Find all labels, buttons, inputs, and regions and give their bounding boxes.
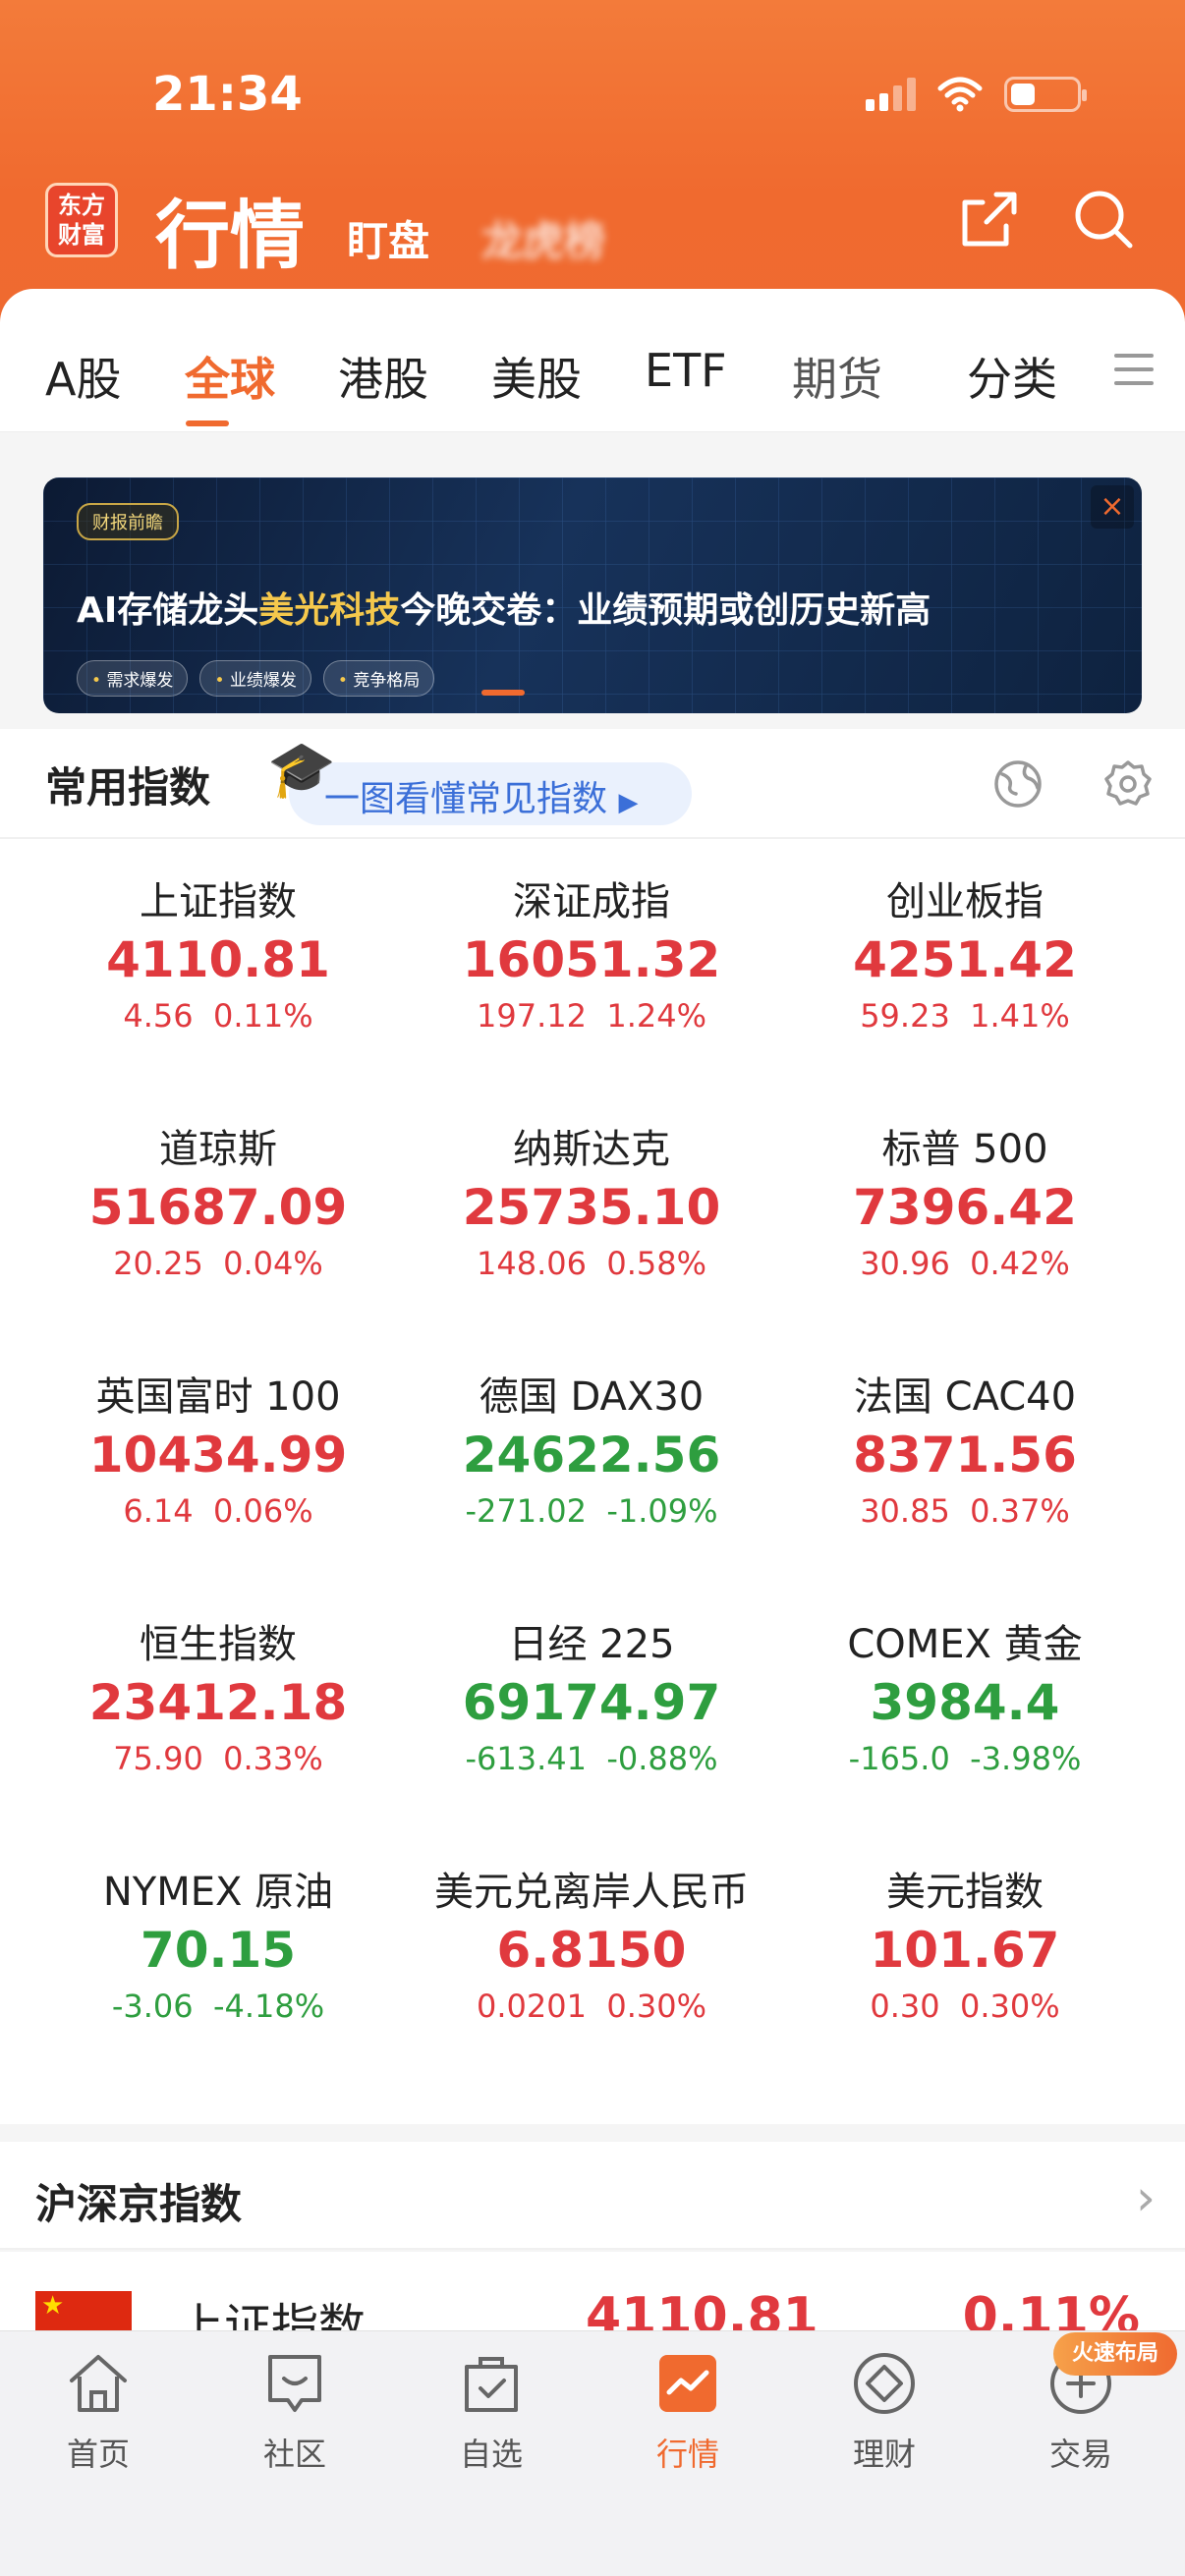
index-cell[interactable]: 日经 225 69174.97 -613.41 -0.88%: [405, 1619, 778, 1782]
china-flag-icon: [35, 2291, 132, 2330]
index-cell[interactable]: 纳斯达克 25735.10 148.06 0.58%: [405, 1124, 778, 1287]
graduation-cap-icon: 🎓: [267, 738, 336, 802]
close-icon[interactable]: ×: [1091, 485, 1134, 529]
index-cell[interactable]: 上证指数 4110.81 4.56 0.11%: [31, 876, 405, 1039]
status-time: 21:34: [152, 67, 303, 122]
section-title: 常用指数: [45, 763, 211, 812]
index-cell[interactable]: 道琼斯 51687.09 20.25 0.04%: [31, 1124, 405, 1287]
chat-bubble-icon: [268, 2355, 321, 2412]
wifi-icon: [937, 77, 983, 112]
list-item[interactable]: 上证指数 4110.81 0.11%: [0, 2252, 1185, 2330]
banner-chip: 业绩爆发: [199, 660, 311, 697]
tab-global[interactable]: 全球: [185, 344, 275, 409]
tab-us-stocks[interactable]: 美股: [491, 344, 582, 409]
share-icon[interactable]: [957, 187, 1022, 252]
settings-gear-icon[interactable]: [1102, 758, 1154, 810]
index-cell[interactable]: 创业板指 4251.42 59.23 1.41%: [778, 876, 1152, 1039]
index-cell[interactable]: NYMEX 原油 70.15 -3.06 -4.18%: [31, 1867, 405, 2030]
banner-chip: 竞争格局: [322, 660, 435, 697]
banner-pagination-dot: [481, 690, 525, 696]
tabbar-watchlist[interactable]: 自选: [393, 2349, 590, 2475]
play-arrow-icon: ▶: [618, 788, 639, 817]
banner-chips: 需求爆发 业绩爆发 竞争格局: [77, 660, 435, 697]
tab-hk-stocks[interactable]: 港股: [338, 344, 428, 409]
row-price: 4110.81: [586, 2287, 818, 2330]
index-cell[interactable]: 美元兑离岸人民币 6.8150 0.0201 0.30%: [405, 1867, 778, 2030]
market-chart-icon: [659, 2355, 716, 2412]
market-tabs: A股 全球 港股 美股 ETF 期货 分类: [0, 289, 1185, 432]
tab-category[interactable]: 分类: [967, 344, 1057, 409]
hsj-index-header[interactable]: 沪深京指数 ›: [0, 2142, 1185, 2250]
sub-tab-blurred[interactable]: 龙虎榜: [481, 208, 605, 268]
tabbar-community[interactable]: 社区: [197, 2349, 393, 2475]
cellular-signal-icon: [866, 78, 916, 111]
banner-headline: AI存储龙头美光科技今晚交卷：业绩预期或创历史新高: [77, 590, 931, 631]
live-badge[interactable]: 火速布局: [1053, 2332, 1177, 2376]
tabbar-market[interactable]: 行情: [590, 2349, 786, 2475]
diamond-icon: [854, 2353, 915, 2414]
row-pct: 0.11%: [962, 2287, 1140, 2330]
active-tab-indicator: [186, 420, 229, 426]
index-cell[interactable]: 英国富时 100 10434.99 6.14 0.06%: [31, 1372, 405, 1535]
page-title: 行情: [155, 192, 305, 279]
status-icons: [866, 77, 1087, 112]
banner-tag: 财报前瞻: [77, 503, 179, 540]
tabbar-wealth[interactable]: 理财: [786, 2349, 983, 2475]
battery-icon: [1004, 77, 1087, 112]
section-title: 沪深京指数: [35, 2180, 243, 2228]
checklist-bag-icon: [465, 2357, 518, 2412]
header: 21:34 东方 财富 行情 盯盘 龙虎榜: [0, 0, 1185, 324]
index-cell[interactable]: 标普 500 7396.42 30.96 0.42%: [778, 1124, 1152, 1287]
tabbar-home[interactable]: 首页: [0, 2349, 197, 2475]
divider: [0, 837, 1185, 839]
index-cell[interactable]: 美元指数 101.67 0.30 0.30%: [778, 1867, 1152, 2030]
common-index-section: 常用指数 一图看懂常见指数 ▶ 🎓 上证指数 4110.81 4.56 0.11…: [0, 729, 1185, 2124]
tab-futures[interactable]: 期货: [792, 344, 882, 409]
index-cell[interactable]: 恒生指数 23412.18 75.90 0.33%: [31, 1619, 405, 1782]
row-name: 上证指数: [177, 2299, 367, 2330]
sub-tab-watch[interactable]: 盯盘: [347, 208, 429, 268]
index-guide-link[interactable]: 一图看懂常见指数 ▶: [289, 762, 692, 825]
search-icon[interactable]: [1071, 187, 1136, 252]
tab-a-shares[interactable]: A股: [45, 344, 121, 409]
chevron-right-icon: ›: [1136, 2169, 1156, 2226]
bottom-tab-bar: 首页 社区 自选 行情 理财 交易: [0, 2330, 1185, 2576]
app-logo: 东方 财富: [45, 183, 118, 257]
promo-banner[interactable]: 财报前瞻 AI存储龙头美光科技今晚交卷：业绩预期或创历史新高 需求爆发 业绩爆发…: [43, 477, 1142, 713]
home-icon: [70, 2355, 127, 2412]
menu-icon[interactable]: [1114, 354, 1154, 389]
index-cell[interactable]: 深证成指 16051.32 197.12 1.24%: [405, 876, 778, 1039]
index-cell[interactable]: 德国 DAX30 24622.56 -271.02 -1.09%: [405, 1372, 778, 1535]
index-cell[interactable]: 法国 CAC40 8371.56 30.85 0.37%: [778, 1372, 1152, 1535]
globe-icon[interactable]: [992, 758, 1044, 810]
tab-etf[interactable]: ETF: [645, 344, 727, 397]
banner-chip: 需求爆发: [77, 660, 189, 697]
index-cell[interactable]: COMEX 黄金 3984.4 -165.0 -3.98%: [778, 1619, 1152, 1782]
